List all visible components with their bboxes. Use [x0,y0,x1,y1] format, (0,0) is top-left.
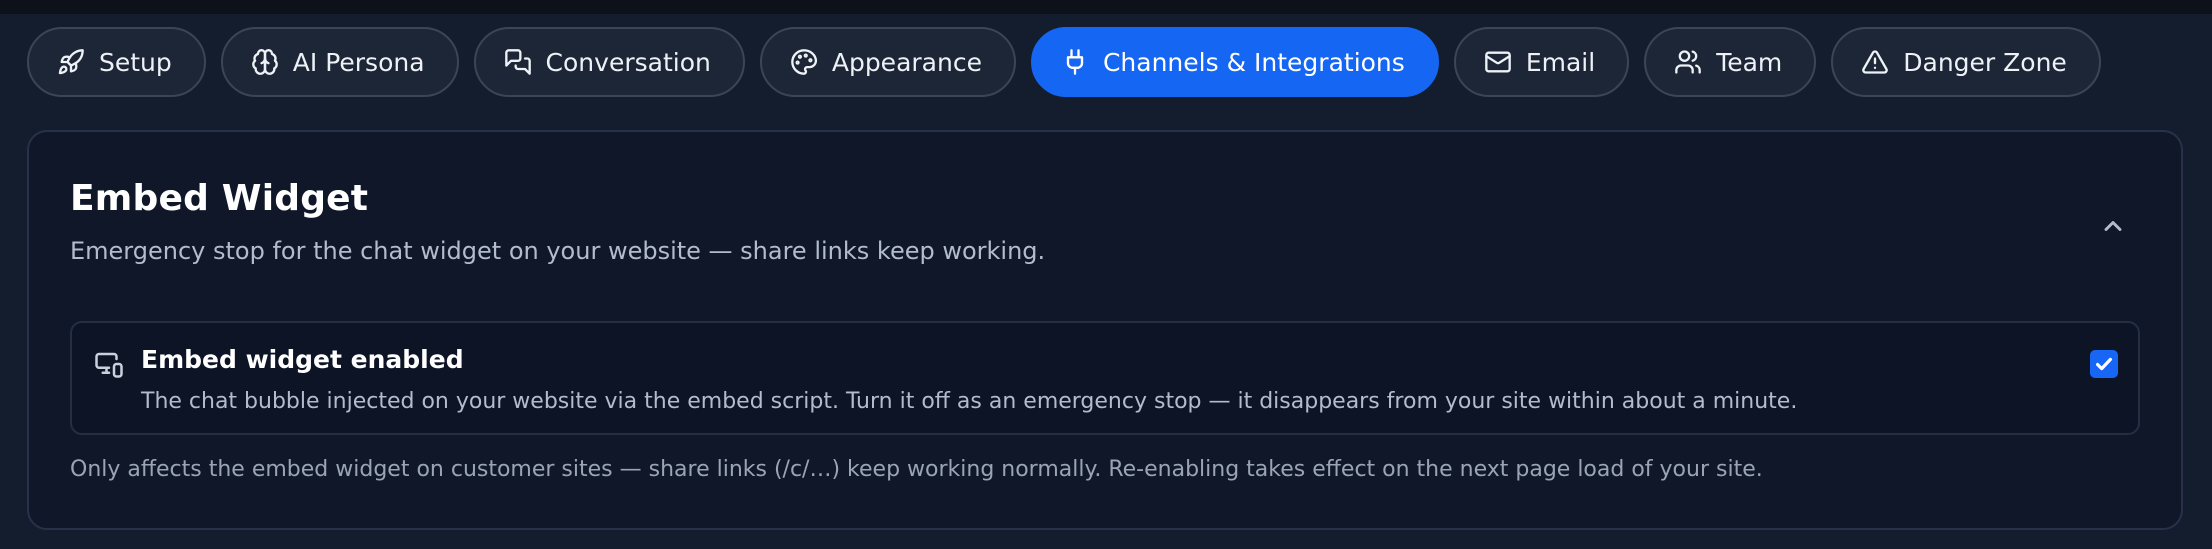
section-description: Emergency stop for the chat widget on yo… [70,237,1046,265]
tab-label: Channels & Integrations [1102,47,1405,77]
tab-conversation[interactable]: Conversation [473,27,745,97]
brain-icon [251,49,278,75]
tab-danger-zone[interactable]: Danger Zone [1831,27,2101,97]
tab-label: Email [1525,47,1596,77]
tab-ai-persona[interactable]: AI Persona [220,27,459,97]
tab-email[interactable]: Email [1453,27,1630,97]
chevron-up-icon [2104,221,2122,231]
tab-channels-integrations[interactable]: Channels & Integrations [1030,27,1439,97]
tab-label: Danger Zone [1903,47,2067,77]
collapse-button[interactable] [2095,208,2131,244]
tab-label: Appearance [831,47,982,77]
checkmark-icon [2095,357,2113,371]
tab-appearance[interactable]: Appearance [759,27,1016,97]
tab-label: Team [1716,47,1783,77]
embed-widget-setting-row: Embed widget enabled The chat bubble inj… [70,321,2140,435]
devices-icon [95,352,123,378]
mail-icon [1484,51,1511,73]
palette-icon [791,49,817,75]
tab-label: Setup [99,47,172,77]
warning-triangle-icon [1862,50,1889,74]
devices-icon-wrapper [94,349,124,379]
tab-setup[interactable]: Setup [27,27,206,97]
section-title: Embed Widget [70,178,369,219]
top-bar [0,0,2212,14]
tab-team[interactable]: Team [1644,27,1817,97]
embed-widget-card: Embed Widget Emergency stop for the chat… [27,130,2183,530]
setting-title: Embed widget enabled [141,345,464,374]
setting-description: The chat bubble injected on your website… [141,389,1798,414]
settings-tabs: Setup AI Persona Conversation Appearance [27,27,2101,97]
embed-widget-enabled-checkbox[interactable] [2090,350,2118,378]
tab-label: Conversation [545,47,711,77]
users-icon [1675,50,1702,74]
rocket-icon [58,49,84,75]
tab-label: AI Persona [292,47,425,77]
plug-icon [1066,49,1084,75]
chat-bubbles-icon [504,49,531,75]
section-note: Only affects the embed widget on custome… [70,457,1763,482]
